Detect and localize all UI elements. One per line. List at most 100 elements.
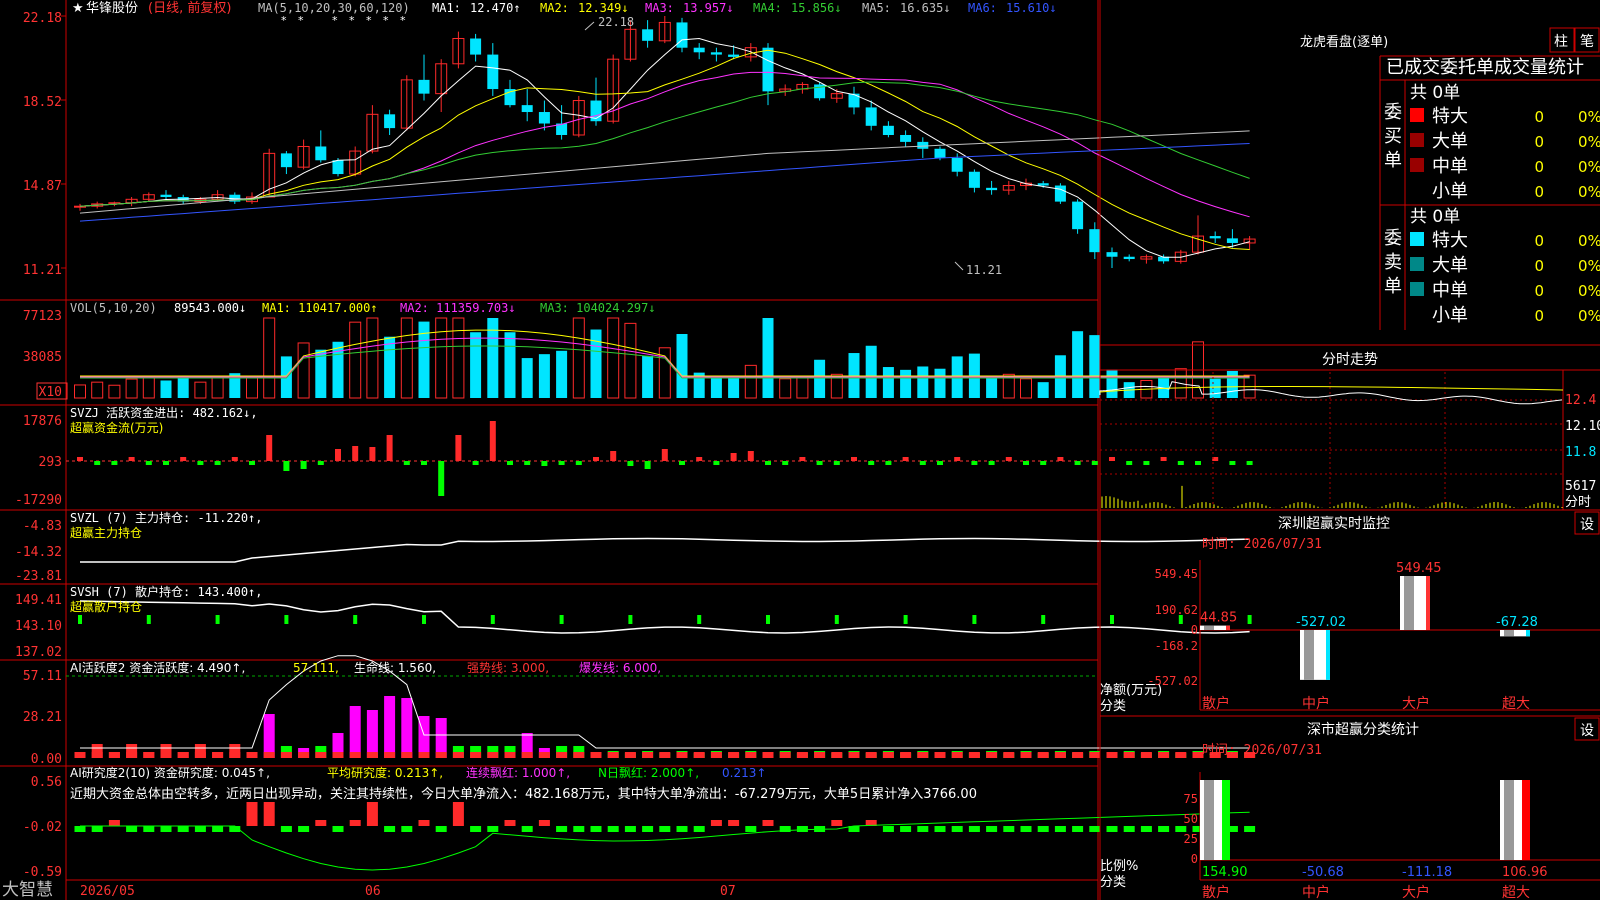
svzj-title: 超赢资金流(万元): [70, 420, 163, 435]
svg-text:-14.32: -14.32: [15, 545, 62, 560]
column-view-label[interactable]: 柱: [1554, 34, 1568, 50]
buy-row-pct: 0%: [1578, 108, 1600, 126]
candle-body: [521, 105, 533, 113]
svg-text:12.10: 12.10: [1565, 419, 1600, 434]
svg-text:549.45: 549.45: [1155, 567, 1198, 581]
svg-text:89543.000↓: 89543.000↓: [174, 301, 246, 315]
monitor-settings-label[interactable]: 设: [1580, 517, 1594, 533]
ai1-base: [263, 752, 275, 758]
svg-text:28.21: 28.21: [23, 710, 62, 725]
ai2-bar: [573, 826, 585, 832]
svsh-axis: 149.41 143.10 137.02: [15, 593, 62, 660]
ai1-base: [917, 752, 929, 758]
volume-bar: [384, 336, 396, 398]
ai2-bar: [642, 826, 654, 832]
buy-row-pct: 0%: [1578, 133, 1600, 151]
svg-text:0: 0: [1191, 623, 1198, 637]
ai2-bar: [332, 826, 344, 832]
svzj-bar: [1091, 461, 1098, 465]
date-axis: 2026/05 06 07: [80, 884, 736, 899]
sell-row-pct: 0%: [1578, 257, 1600, 275]
period-mode[interactable]: (日线, 前复权): [148, 0, 231, 16]
svzj-bar: [541, 461, 548, 466]
vol-legend: VOL(5,10,20) 89543.000↓ MA1: 110417.000↑…: [70, 301, 656, 315]
volume-bar: [917, 366, 929, 398]
monitor-bar-label: -67.28: [1496, 615, 1538, 630]
sell-color-swatch: [1410, 257, 1424, 271]
ai1-base: [1140, 752, 1152, 758]
ai1-base: [366, 752, 378, 758]
class-category: 散户: [1202, 884, 1230, 900]
class-bar-label: 106.96: [1502, 865, 1548, 880]
ai1-base: [74, 752, 86, 758]
stock-name[interactable]: 华锋股份: [86, 1, 138, 16]
svzj-bar: [386, 435, 393, 461]
candle-body: [418, 79, 430, 94]
volume-bar: [470, 332, 482, 398]
svzj-bar: [1057, 457, 1064, 461]
buy-row-pct: 0%: [1578, 158, 1600, 176]
svg-text:57.111,: 57.111,: [293, 661, 339, 675]
ai2-bar: [624, 826, 636, 832]
svg-text:75: 75: [1184, 792, 1198, 806]
class-settings-label[interactable]: 设: [1580, 723, 1594, 739]
brand-logo: 大智慧: [2, 880, 53, 900]
candle-body: [1106, 252, 1118, 257]
ma1-value: 12.470↑: [470, 1, 521, 15]
ai2-axis: 0.56 -0.02 -0.59: [23, 775, 62, 880]
svzj-bar: [1074, 461, 1081, 465]
stats-tab[interactable]: 已成交委托单成交量统计: [1386, 57, 1584, 78]
ai1-base: [814, 752, 826, 758]
ai2-bar: [538, 820, 550, 826]
stock-chart[interactable]: * * * * * * * 委买单委卖单特大 0 0%大单 0 0%中单 0 0%小单 0 0%特大 0 0%大…: [0, 0, 1600, 900]
tick-view-label[interactable]: 笔: [1580, 34, 1594, 50]
svg-text:AI研究度2(10) 资金研究度: 0.045↑,: AI研究度2(10) 资金研究度: 0.045↑,: [70, 765, 270, 780]
ai1-axis: 57.11 28.21 0.00: [23, 669, 62, 767]
svg-text:MA2: 111359.703↓: MA2: 111359.703↓: [400, 301, 516, 315]
svzj-bar: [799, 457, 806, 461]
svzj-bar: [747, 451, 754, 461]
ai2-bar: [143, 826, 155, 832]
monitor-ylabel: 净额(万元): [1100, 683, 1162, 698]
svzj-bar: [94, 461, 101, 465]
volume-bar: [194, 381, 207, 399]
candle-body: [1054, 185, 1066, 202]
svg-text:VOL(5,10,20): VOL(5,10,20): [70, 301, 157, 315]
svg-text:18.52: 18.52: [23, 95, 62, 110]
svg-text:MA3: 104024.297↓: MA3: 104024.297↓: [540, 301, 656, 315]
ai2-bar: [1158, 826, 1170, 832]
candle-body: [900, 134, 912, 142]
svzl-legend: SVZL (7) 主力持仓: -11.220↑,: [70, 510, 263, 525]
ai1-base: [642, 752, 654, 758]
ai2-bar: [745, 826, 757, 832]
svg-text:-23.81: -23.81: [15, 569, 62, 584]
buy-side-label: 买: [1384, 126, 1402, 147]
svzj-bar: [971, 461, 978, 465]
svzj-bar: [352, 446, 359, 461]
ai1-base: [470, 752, 482, 758]
candle-body: [865, 107, 877, 126]
candlesticks[interactable]: * * * * * * *: [74, 14, 1256, 271]
volume-bar: [607, 317, 620, 399]
svsh-tick: [697, 615, 702, 624]
ai1-base: [349, 752, 361, 758]
volume-bar: [744, 364, 757, 399]
svsh-tick: [215, 615, 220, 624]
volume-bar: [74, 384, 86, 399]
marker-star: *: [400, 14, 406, 27]
candle-body: [1209, 236, 1221, 239]
candle-body: [538, 112, 550, 124]
ai1-base: [882, 752, 894, 758]
ma3-legend: MA3:: [645, 1, 674, 15]
svzj-bar: [937, 461, 943, 465]
right-panels: 委买单委卖单特大 0 0%大单 0 0%中单 0 0%小单 0 0%特大 0 0%大单 0 0%中单 0 0…: [1099, 0, 1600, 900]
svzl-axis: -4.83 -14.32 -23.81: [15, 519, 62, 584]
sell-side-label: 卖: [1384, 252, 1402, 273]
ai1-base: [177, 752, 189, 758]
ai2-bar: [676, 826, 688, 832]
svzj-bar: [661, 449, 668, 461]
candle-body: [1072, 201, 1084, 230]
ai2-bar: [986, 826, 998, 832]
ai2-bar: [246, 802, 258, 826]
volume-bars[interactable]: [36, 317, 1256, 400]
